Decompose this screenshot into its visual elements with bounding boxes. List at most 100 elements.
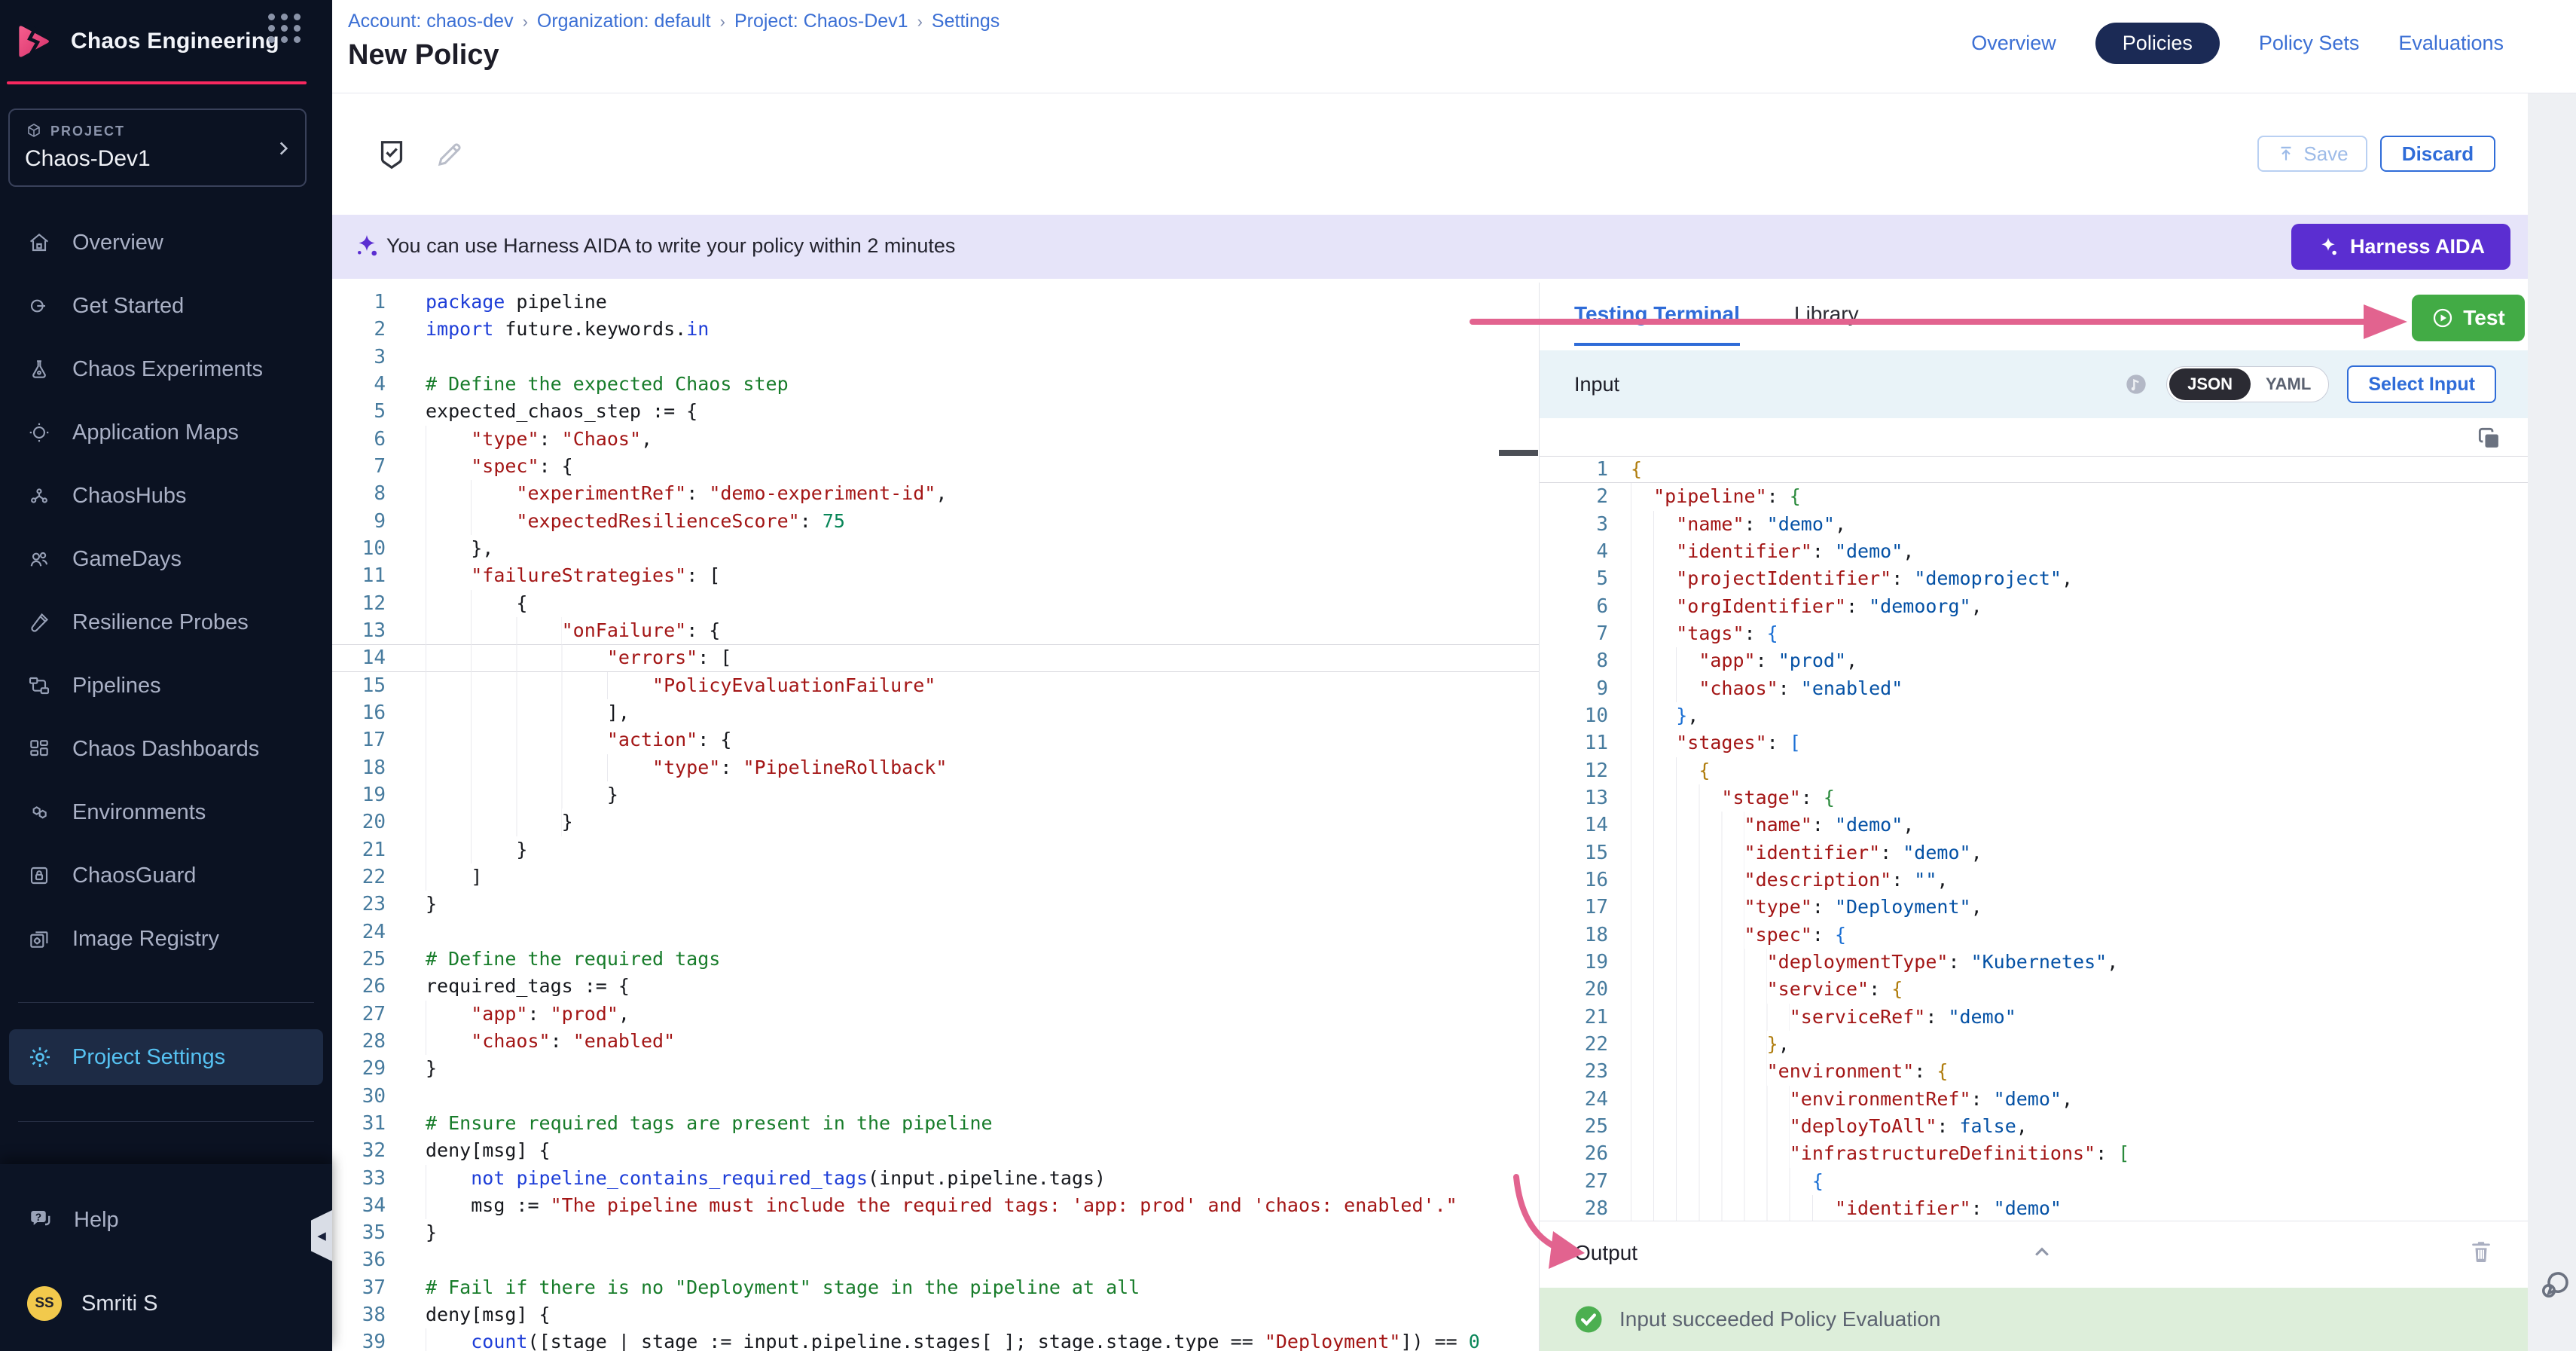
code-line[interactable]: 10 }, [1540,702,2528,729]
code-line[interactable]: 2import future.keywords.in [332,316,1539,343]
format-icon[interactable] [2124,372,2148,396]
sidebar-item-chaoshubs[interactable]: ChaosHubs [0,464,332,527]
code-line[interactable]: 22 ] [332,863,1539,891]
code-line[interactable]: 21 "serviceRef": "demo" [1540,1004,2528,1031]
code-line[interactable]: 10 }, [332,535,1539,562]
tab-testing-terminal[interactable]: Testing Terminal [1574,302,1740,346]
code-line[interactable]: 17 "type": "Deployment", [1540,894,2528,921]
code-line[interactable]: 1{ [1540,456,2528,483]
code-line[interactable]: 5expected_chaos_step := { [332,398,1539,425]
code-line[interactable]: 28 "chaos": "enabled" [332,1028,1539,1055]
code-line[interactable]: 33 not pipeline_contains_required_tags(i… [332,1165,1539,1192]
code-line[interactable]: 9 "expectedResilienceScore": 75 [332,508,1539,535]
code-line[interactable]: 32deny[msg] { [332,1137,1539,1164]
nav-tab-evaluations[interactable]: Evaluations [2398,32,2504,55]
code-line[interactable]: 16 ], [332,699,1539,726]
format-json-option[interactable]: JSON [2169,368,2251,400]
tab-library[interactable]: Library [1794,302,1859,343]
breadcrumb-item[interactable]: Project: Chaos-Dev1 [734,11,908,32]
code-line[interactable]: 27 "app": "prod", [332,1001,1539,1028]
sidebar-item-chaosguard[interactable]: ChaosGuard [0,844,332,907]
code-line[interactable]: 20 "service": { [1540,976,2528,1003]
harness-aida-button[interactable]: Harness AIDA [2291,224,2510,270]
code-line[interactable]: 18 "spec": { [1540,922,2528,949]
code-line[interactable]: 34 msg := "The pipeline must include the… [332,1192,1539,1219]
breadcrumb-item[interactable]: Settings [932,11,1000,32]
nav-tab-policy-sets[interactable]: Policy Sets [2259,32,2360,55]
sidebar-item-chaos-experiments[interactable]: Chaos Experiments [0,338,332,401]
code-line[interactable]: 8 "app": "prod", [1540,647,2528,674]
code-line[interactable]: 7 "spec": { [332,453,1539,480]
code-line[interactable]: 11 "failureStrategies": [ [332,562,1539,589]
code-line[interactable]: 1package pipeline [332,289,1539,316]
code-line[interactable]: 11 "stages": [ [1540,729,2528,756]
sidebar-item-pipelines[interactable]: Pipelines [0,654,332,717]
code-line[interactable]: 6 "type": "Chaos", [332,426,1539,453]
code-line[interactable]: 4 "identifier": "demo", [1540,538,2528,565]
code-line[interactable]: 16 "description": "", [1540,867,2528,894]
code-line[interactable]: 31# Ensure required tags are present in … [332,1110,1539,1137]
code-line[interactable]: 14 "name": "demo", [1540,812,2528,839]
chevron-up-icon[interactable] [2029,1239,2055,1265]
sidebar-item-environments[interactable]: Environments [0,781,332,844]
code-line[interactable]: 20 } [332,808,1539,836]
code-line[interactable]: 25# Define the required tags [332,946,1539,973]
code-line[interactable]: 6 "orgIdentifier": "demoorg", [1540,593,2528,620]
user-menu[interactable]: SS Smriti S [27,1286,158,1321]
sidebar-item-resilience-probes[interactable]: Resilience Probes [0,591,332,654]
policy-code-editor[interactable]: 1package pipeline2import future.keywords… [332,283,1539,1351]
sidebar-item-image-registry[interactable]: Image Registry [0,907,332,970]
nav-tab-policies[interactable]: Policies [2095,23,2220,64]
code-line[interactable]: 36 [332,1246,1539,1273]
code-line[interactable]: 2 "pipeline": { [1540,483,2528,510]
code-line[interactable]: 13 "onFailure": { [332,617,1539,644]
code-line[interactable]: 39 count([stage | stage := input.pipelin… [332,1328,1539,1351]
help-button[interactable]: ? Help [27,1206,119,1233]
code-line[interactable]: 9 "chaos": "enabled" [1540,675,2528,702]
code-line[interactable]: 19 "deploymentType": "Kubernetes", [1540,949,2528,976]
code-line[interactable]: 26 "infrastructureDefinitions": [ [1540,1140,2528,1167]
code-line[interactable]: 14 "errors": [ [332,644,1539,671]
code-line[interactable]: 3 "name": "demo", [1540,511,2528,538]
select-input-button[interactable]: Select Input [2347,365,2496,403]
code-line[interactable]: 23 "environment": { [1540,1058,2528,1085]
code-line[interactable]: 8 "experimentRef": "demo-experiment-id", [332,480,1539,507]
save-button[interactable]: Save [2257,136,2367,172]
code-line[interactable]: 7 "tags": { [1540,620,2528,647]
code-line[interactable]: 24 [332,918,1539,946]
code-line[interactable]: 18 "type": "PipelineRollback" [332,754,1539,781]
nav-tab-overview[interactable]: Overview [1971,32,2056,55]
code-line[interactable]: 15 "identifier": "demo", [1540,839,2528,867]
code-line[interactable]: 27 { [1540,1168,2528,1195]
breadcrumb-item[interactable]: Organization: default [537,11,711,32]
code-line[interactable]: 35} [332,1219,1539,1246]
code-line[interactable]: 4# Define the expected Chaos step [332,371,1539,398]
code-line[interactable]: 23} [332,891,1539,918]
code-line[interactable]: 38deny[msg] { [332,1301,1539,1328]
code-line[interactable]: 12 { [1540,757,2528,784]
code-line[interactable]: 15 "PolicyEvaluationFailure" [332,672,1539,699]
test-button[interactable]: Test [2412,295,2525,341]
discard-button[interactable]: Discard [2380,136,2495,172]
code-line[interactable]: 30 [332,1083,1539,1110]
code-line[interactable]: 12 { [332,590,1539,617]
trash-icon[interactable] [2468,1238,2495,1265]
code-line[interactable]: 29} [332,1055,1539,1082]
format-yaml-option[interactable]: YAML [2251,368,2326,400]
code-line[interactable]: 28 "identifier": "demo" [1540,1195,2528,1222]
code-line[interactable]: 37# Fail if there is no "Deployment" sta… [332,1274,1539,1301]
edit-pencil-icon[interactable] [434,139,465,170]
sidebar-item-chaos-dashboards[interactable]: Chaos Dashboards [0,717,332,781]
code-line[interactable]: 19 } [332,781,1539,808]
sidebar-item-overview[interactable]: Overview [0,211,332,274]
module-grid-icon[interactable] [268,14,302,43]
input-json-editor[interactable]: 1{2 "pipeline": {3 "name": "demo",4 "ide… [1540,418,2528,1222]
code-line[interactable]: 3 [332,344,1539,371]
sidebar-item-get-started[interactable]: Get Started [0,274,332,338]
code-line[interactable]: 21 } [332,836,1539,863]
sidebar-item-application-maps[interactable]: Application Maps [0,401,332,464]
code-line[interactable]: 25 "deployToAll": false, [1540,1113,2528,1140]
support-chat-icon[interactable] [2537,1267,2573,1304]
shield-check-icon[interactable] [374,137,409,172]
breadcrumb-item[interactable]: Account: chaos-dev [348,11,514,32]
